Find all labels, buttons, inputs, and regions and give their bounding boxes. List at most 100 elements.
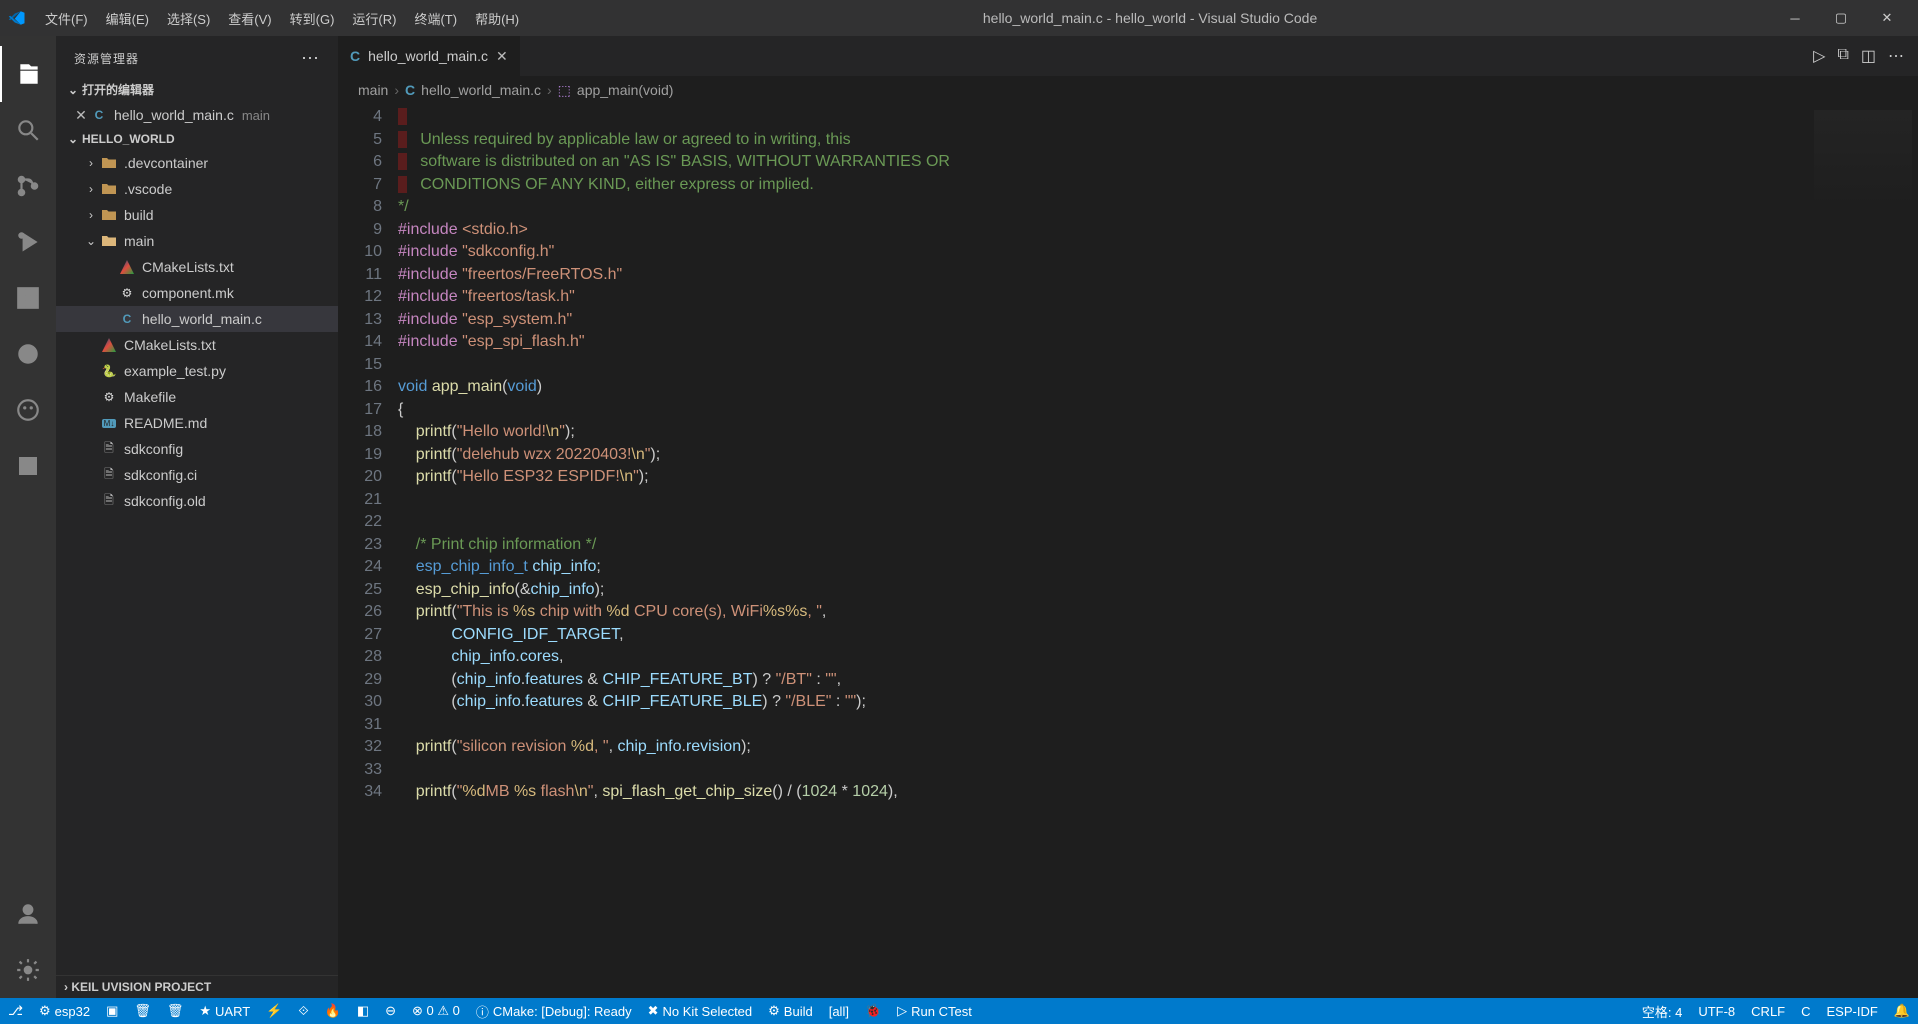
open-editor-item[interactable]: ✕ C hello_world_main.c main: [56, 102, 338, 128]
code-content[interactable]: Unless required by applicable law or agr…: [398, 104, 1808, 998]
sidebar-more-icon[interactable]: ⋯: [301, 48, 320, 69]
statusbar-item[interactable]: ✖No Kit Selected: [640, 998, 761, 1024]
statusbar-item[interactable]: 🔔: [1886, 998, 1918, 1024]
tree-item-label: sdkconfig.ci: [124, 467, 197, 483]
statusbar-item[interactable]: ◧: [349, 998, 377, 1024]
activity-account[interactable]: [0, 886, 56, 942]
menu-item[interactable]: 运行(R): [343, 5, 405, 32]
project-label: HELLO_WORLD: [82, 132, 175, 146]
tab-hello-world-main[interactable]: C hello_world_main.c ✕: [338, 36, 520, 76]
file-item[interactable]: 🗎 sdkconfig.old: [56, 488, 338, 514]
statusbar-item[interactable]: C: [1793, 998, 1818, 1024]
statusbar-item[interactable]: ⚙Build: [760, 998, 821, 1024]
tree-item-label: sdkconfig.old: [124, 493, 206, 509]
vscode-logo: [8, 9, 26, 27]
statusbar-item[interactable]: ⓘCMake: [Debug]: Ready: [468, 998, 640, 1024]
statusbar-item[interactable]: ESP-IDF: [1819, 998, 1886, 1024]
folder-item[interactable]: ⌄main: [56, 228, 338, 254]
statusbar-item[interactable]: 🗑: [126, 998, 159, 1024]
compare-icon[interactable]: ⧉: [1837, 46, 1848, 66]
breadcrumbs[interactable]: main › C hello_world_main.c › ⬚ app_main…: [338, 76, 1918, 104]
statusbar-item[interactable]: ⚡: [258, 998, 290, 1024]
close-button[interactable]: ✕: [1864, 0, 1910, 36]
project-header[interactable]: ⌄ HELLO_WORLD: [56, 128, 338, 150]
activity-settings[interactable]: [0, 942, 56, 998]
tree-item-label: Makefile: [124, 389, 176, 405]
code-editor[interactable]: 4567891011121314151617181920212223242526…: [338, 104, 1918, 998]
chevron-right-icon: ›: [394, 82, 399, 98]
statusbar-item[interactable]: 🐞: [857, 998, 889, 1024]
statusbar-item[interactable]: ★UART: [191, 998, 258, 1024]
minimize-button[interactable]: ─: [1772, 0, 1818, 36]
activity-explorer[interactable]: [0, 46, 56, 102]
statusbar-item[interactable]: [all]: [821, 998, 857, 1024]
statusbar-item[interactable]: 🔥: [317, 998, 349, 1024]
breadcrumb-root[interactable]: main: [358, 82, 388, 98]
menu-item[interactable]: 编辑(E): [97, 5, 158, 32]
activity-platformio[interactable]: [0, 382, 56, 438]
file-item[interactable]: Chello_world_main.c: [56, 306, 338, 332]
activity-debug[interactable]: [0, 214, 56, 270]
folder-icon: [100, 206, 118, 224]
statusbar-item[interactable]: ⊗ 0 ⚠ 0: [404, 998, 468, 1024]
sidebar: 资源管理器 ⋯ ⌄ 打开的编辑器 ✕ C hello_world_main.c …: [56, 36, 338, 998]
statusbar-item[interactable]: ⟐: [290, 998, 316, 1024]
run-icon[interactable]: ▷: [1813, 46, 1825, 66]
folder-item[interactable]: ›build: [56, 202, 338, 228]
statusbar-item[interactable]: ⚙esp32: [31, 998, 98, 1024]
status-label: esp32: [55, 1004, 90, 1019]
file-item[interactable]: M↓README.md: [56, 410, 338, 436]
cube-icon: ⬚: [558, 82, 571, 99]
activity-search[interactable]: [0, 102, 56, 158]
status-label: 空格: 4: [1642, 1002, 1682, 1021]
statusbar-item[interactable]: UTF-8: [1690, 998, 1743, 1024]
breadcrumb-symbol[interactable]: app_main(void): [577, 82, 674, 98]
statusbar-item[interactable]: ▷Run CTest: [889, 998, 980, 1024]
split-icon[interactable]: ◫: [1861, 46, 1876, 66]
folder-item[interactable]: ›.vscode: [56, 176, 338, 202]
menu-item[interactable]: 转到(G): [281, 5, 344, 32]
file-item[interactable]: CMakeLists.txt: [56, 254, 338, 280]
statusbar-item[interactable]: ⎇: [0, 998, 31, 1024]
open-editors-header[interactable]: ⌄ 打开的编辑器: [56, 77, 338, 102]
tree-item-label: main: [124, 233, 154, 249]
tabs-row: C hello_world_main.c ✕ ▷ ⧉ ◫ ⋯: [338, 36, 1918, 76]
menu-item[interactable]: 选择(S): [158, 5, 219, 32]
activity-espressif[interactable]: [0, 326, 56, 382]
more-icon[interactable]: ⋯: [1888, 46, 1904, 66]
file-item[interactable]: 🗎sdkconfig.ci: [56, 462, 338, 488]
status-icon: ⊖: [385, 1003, 396, 1019]
file-item[interactable]: 🗎sdkconfig: [56, 436, 338, 462]
c-file-icon: C: [350, 48, 360, 64]
file-item[interactable]: ⚙Makefile: [56, 384, 338, 410]
statusbar-item[interactable]: CRLF: [1743, 998, 1793, 1024]
activity-extensions[interactable]: [0, 270, 56, 326]
statusbar-item[interactable]: 🗑: [159, 998, 192, 1024]
chevron-icon: ›: [82, 208, 100, 222]
activity-layout[interactable]: [0, 438, 56, 494]
statusbar-item[interactable]: ⊖: [377, 998, 404, 1024]
menu-item[interactable]: 帮助(H): [466, 5, 528, 32]
menu-item[interactable]: 文件(F): [36, 5, 97, 32]
statusbar-item[interactable]: ▣: [98, 998, 126, 1024]
status-label: [all]: [829, 1004, 849, 1019]
close-icon[interactable]: ✕: [72, 107, 90, 124]
menu-item[interactable]: 终端(T): [405, 5, 466, 32]
statusbar-item[interactable]: 空格: 4: [1634, 998, 1690, 1024]
activity-scm[interactable]: [0, 158, 56, 214]
maximize-button[interactable]: ▢: [1818, 0, 1864, 36]
breadcrumb-file[interactable]: hello_world_main.c: [421, 82, 541, 98]
file-icon: 🗎: [100, 492, 118, 510]
gear-icon: ⚙: [118, 284, 136, 302]
tab-close-icon[interactable]: ✕: [496, 48, 508, 65]
file-item[interactable]: ⚙component.mk: [56, 280, 338, 306]
folder-item[interactable]: ›.devcontainer: [56, 150, 338, 176]
file-item[interactable]: 🐍example_test.py: [56, 358, 338, 384]
tree-item-label: example_test.py: [124, 363, 226, 379]
minimap[interactable]: [1808, 104, 1918, 998]
keil-panel-header[interactable]: › KEIL UVISION PROJECT: [56, 975, 338, 998]
status-label: UART: [215, 1004, 250, 1019]
menu-item[interactable]: 查看(V): [219, 5, 280, 32]
chevron-icon: ›: [82, 156, 100, 170]
file-item[interactable]: CMakeLists.txt: [56, 332, 338, 358]
